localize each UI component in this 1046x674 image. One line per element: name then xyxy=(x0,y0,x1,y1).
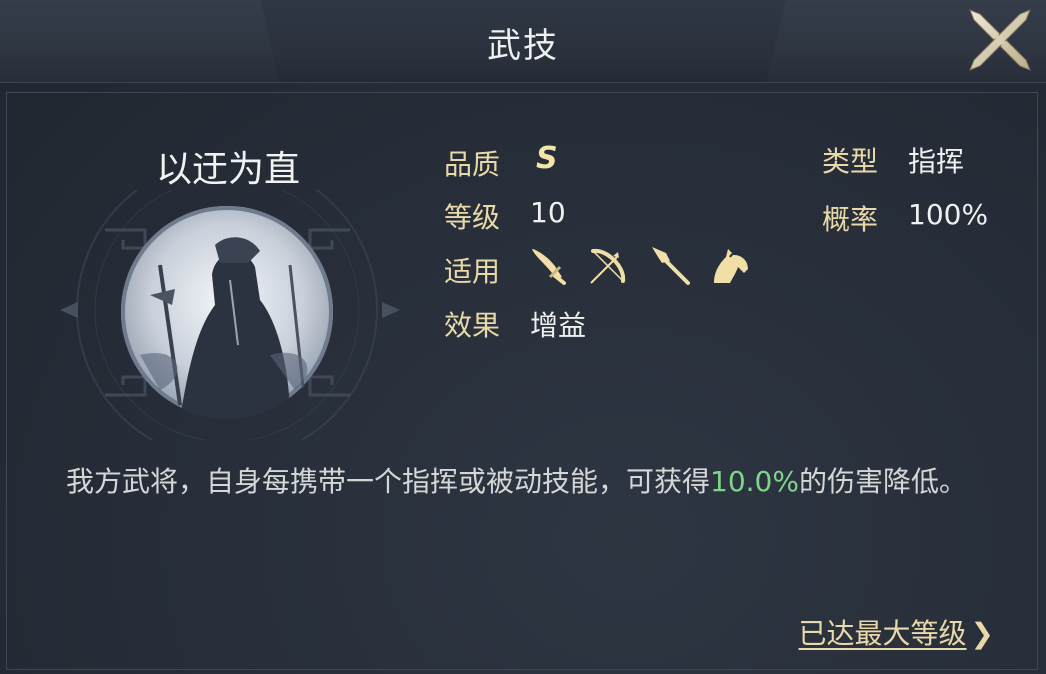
sword-icon xyxy=(532,249,566,285)
horse-icon xyxy=(714,249,748,283)
description-text: 我方武将，自身每携带一个指挥或被动技能，可获得 xyxy=(66,465,711,498)
quality-value: S xyxy=(536,141,558,176)
description-text-end: 的伤害降低。 xyxy=(798,465,967,498)
skill-name: 以迂为直 xyxy=(155,149,300,190)
description-highlight: 10.0% xyxy=(710,465,799,498)
skill-portrait xyxy=(120,205,334,419)
page-title: 武技 xyxy=(487,26,559,66)
close-button[interactable] xyxy=(964,4,1036,76)
type-value: 指挥 xyxy=(908,145,965,178)
bow-icon xyxy=(590,248,626,284)
type-label: 类型 xyxy=(822,145,879,178)
spear-icon xyxy=(652,247,690,285)
level-value: 10 xyxy=(530,196,566,229)
quality-label: 品质 xyxy=(444,148,501,181)
effect-label: 效果 xyxy=(444,309,501,342)
max-level-link[interactable]: 已达最大等级 ❯ xyxy=(799,612,994,652)
close-icon xyxy=(969,9,1031,71)
level-label: 等级 xyxy=(444,201,501,234)
max-level-label: 已达最大等级 xyxy=(798,617,967,650)
chevron-right-icon: ❯ xyxy=(970,617,994,650)
chance-value: 100% xyxy=(908,198,989,231)
chance-label: 概率 xyxy=(822,203,879,236)
effect-value: 增益 xyxy=(530,309,587,342)
applicable-label: 适用 xyxy=(444,255,501,288)
skill-description: 我方武将，自身每携带一个指挥或被动技能，可获得10.0%的伤害降低。 xyxy=(66,456,986,508)
